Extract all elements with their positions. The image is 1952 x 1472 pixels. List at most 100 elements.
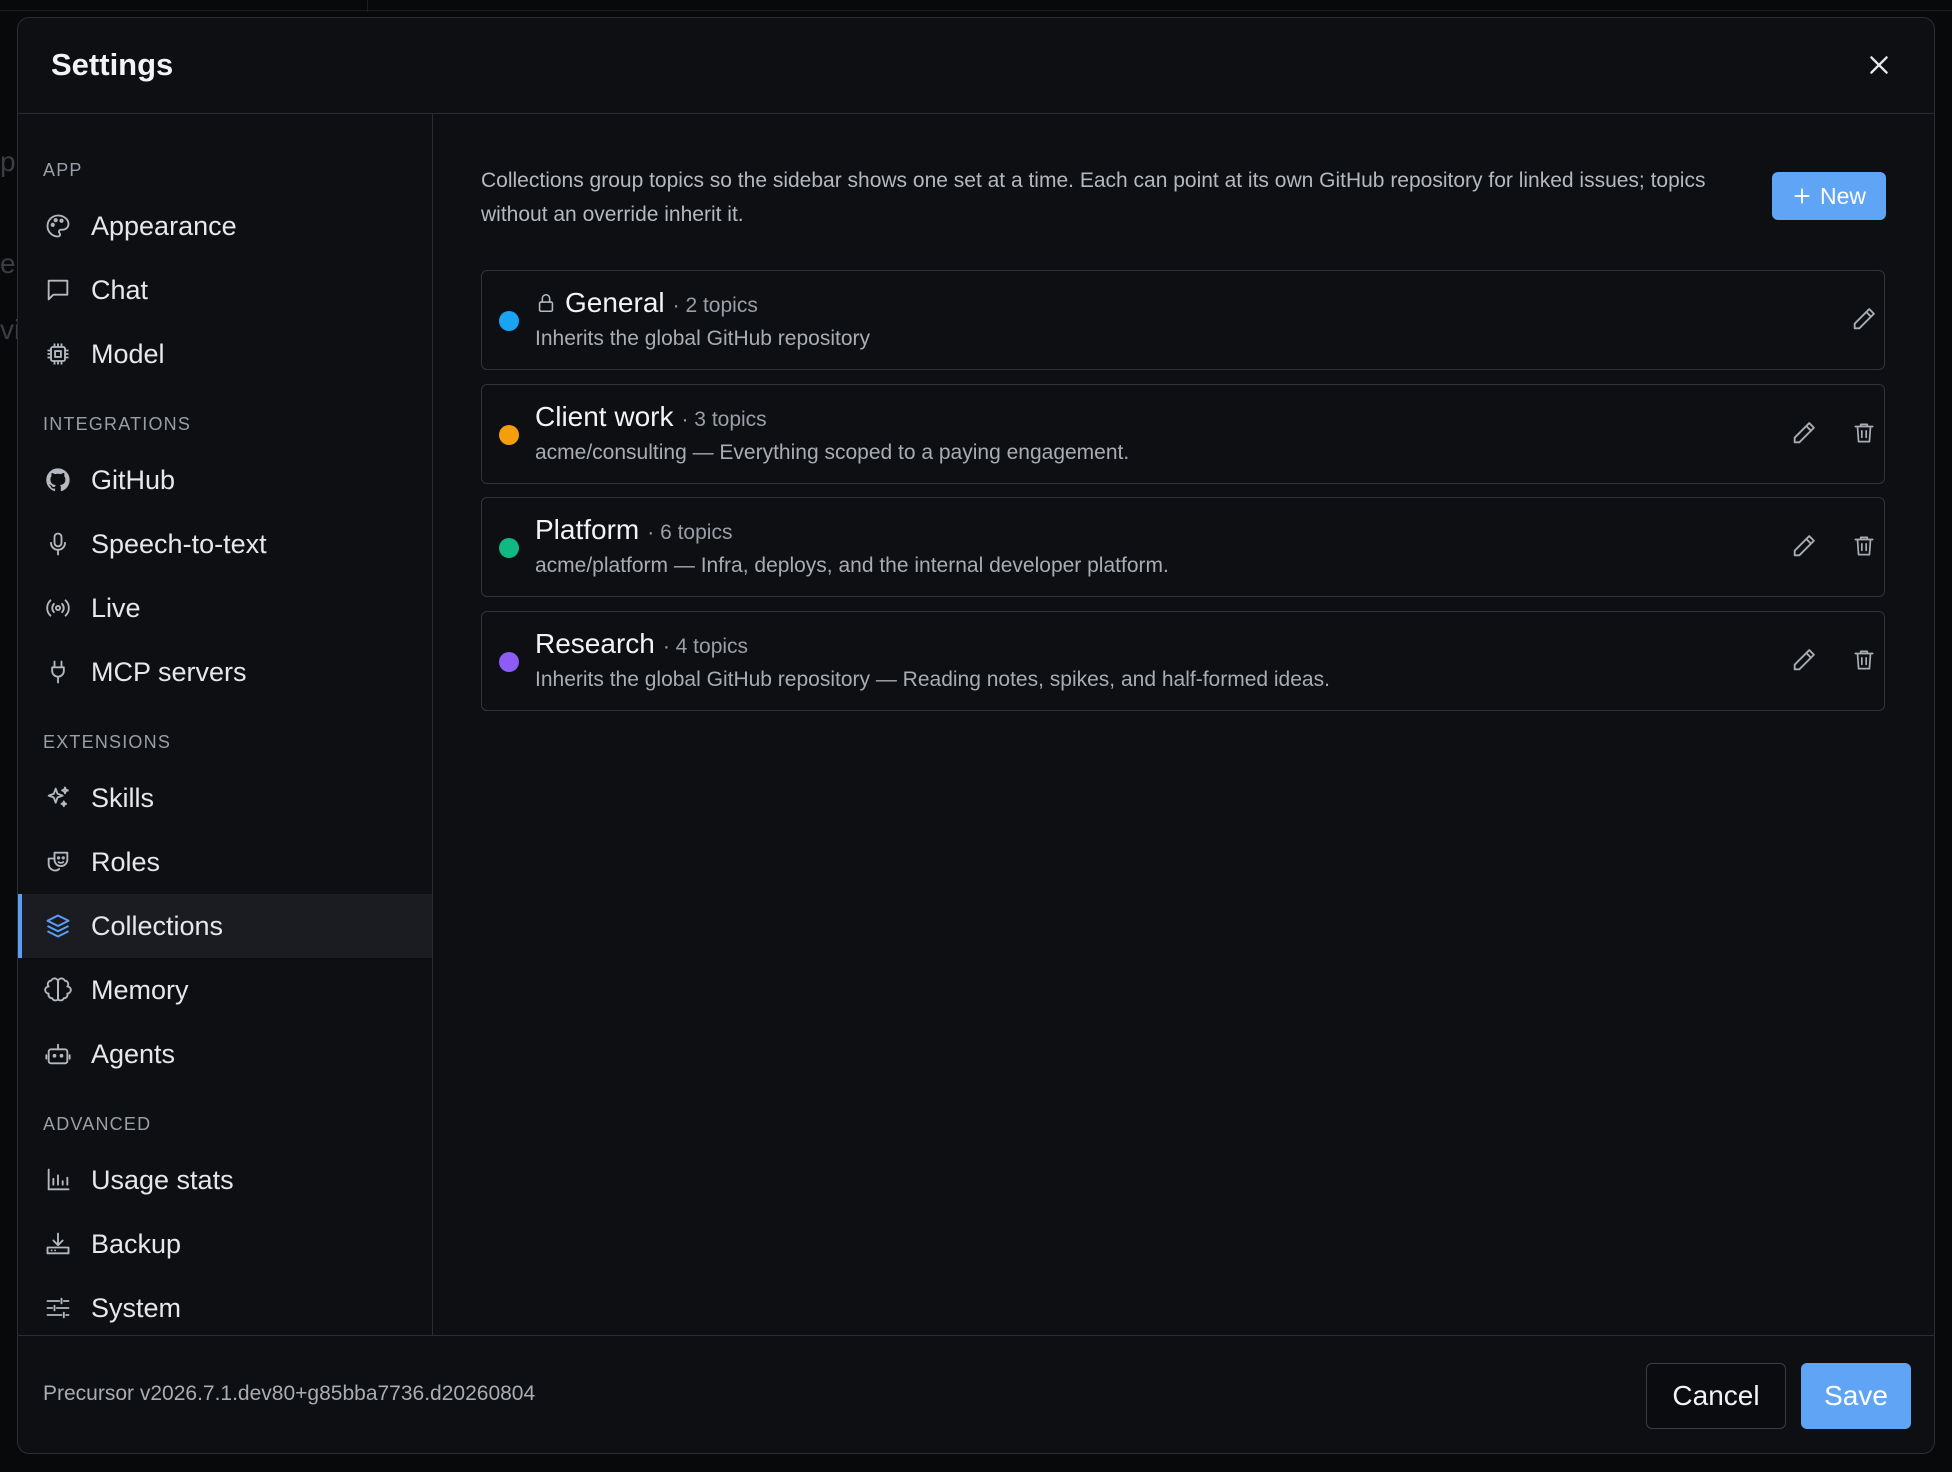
broadcast-icon (43, 593, 73, 623)
sidebar-item-usage-stats[interactable]: Usage stats (18, 1148, 432, 1212)
new-button-label: New (1819, 182, 1866, 209)
new-collection-button[interactable]: New (1772, 172, 1886, 220)
sidebar-item-backup[interactable]: Backup (18, 1212, 432, 1276)
collection-topic-count: · 6 topics (647, 521, 733, 544)
sidebar-item-label: Skills (91, 782, 155, 813)
sidebar-item-label: Agents (91, 1038, 176, 1069)
collection-name: Platform (535, 514, 640, 545)
sidebar-item-label: Usage stats (91, 1164, 234, 1195)
pencil-icon (1793, 649, 1815, 671)
dialog-footer: Precursor v2026.7.1.dev80+g85bba7736.d20… (18, 1335, 1934, 1453)
collection-color-dot (499, 311, 519, 331)
collection-card-client-work: Client work · 3 topics acme/consulting —… (481, 384, 1885, 484)
theater-masks-icon (43, 847, 73, 877)
collection-subtitle: acme/platform — Infra, deploys, and the … (535, 554, 1169, 577)
trash-icon (1854, 650, 1874, 670)
app-version: Precursor v2026.7.1.dev80+g85bba7736.d20… (43, 1382, 536, 1405)
collection-title-row: Platform · 6 topics (535, 514, 732, 546)
collection-subtitle: acme/consulting — Everything scoped to a… (535, 441, 1130, 464)
collection-title-row: General · 2 topics (535, 287, 758, 319)
backdrop-fragment: e (0, 248, 16, 279)
backdrop-divider (0, 10, 1952, 11)
collection-name: General (565, 287, 665, 318)
sidebar-item-github[interactable]: GitHub (18, 448, 432, 512)
delete-collection-button[interactable] (1846, 415, 1882, 451)
sidebar-item-roles[interactable]: Roles (18, 830, 432, 894)
collection-subtitle: Inherits the global GitHub repository — … (535, 668, 1330, 691)
message-square-icon (43, 275, 73, 305)
sidebar-item-label: Chat (91, 274, 149, 305)
collection-topic-count: · 2 topics (672, 294, 758, 317)
trash-icon (1854, 423, 1874, 443)
sidebar-item-label: Appearance (91, 210, 237, 241)
backdrop-divider-vertical (367, 0, 368, 12)
sidebar-item-agents[interactable]: Agents (18, 1022, 432, 1086)
backdrop-fragment: p (0, 146, 16, 177)
dialog-title: Settings (51, 47, 174, 82)
sidebar-item-label: Collections (91, 910, 224, 941)
sparkles-icon (43, 783, 73, 813)
dialog-header: Settings (18, 18, 1934, 114)
sidebar-item-chat[interactable]: Chat (18, 258, 432, 322)
edit-collection-button[interactable] (1786, 642, 1822, 678)
layers-icon (43, 911, 73, 941)
section-label-integrations: INTEGRATIONS (43, 414, 192, 434)
collection-name: Client work (535, 401, 674, 432)
collection-name: Research (535, 628, 655, 659)
sliders-icon (43, 1293, 73, 1323)
collection-title-row: Client work · 3 topics (535, 401, 767, 433)
sidebar-item-model[interactable]: Model (18, 322, 432, 386)
sidebar-item-label: Backup (91, 1228, 182, 1259)
sidebar-item-collections[interactable]: Collections (18, 894, 432, 958)
edit-collection-button[interactable] (1786, 415, 1822, 451)
collection-card-platform: Platform · 6 topics acme/platform — Infr… (481, 497, 1885, 597)
edit-collection-button[interactable] (1786, 528, 1822, 564)
collection-subtitle: Inherits the global GitHub repository (535, 327, 871, 350)
sidebar-item-mcp-servers[interactable]: MCP servers (18, 640, 432, 704)
close-button[interactable] (1862, 48, 1896, 82)
save-button[interactable]: Save (1801, 1363, 1911, 1429)
section-label-advanced: ADVANCED (43, 1114, 152, 1134)
collection-color-dot (499, 538, 519, 558)
sidebar-item-live[interactable]: Live (18, 576, 432, 640)
collection-card-general: General · 2 topics Inherits the global G… (481, 270, 1885, 370)
sidebar-item-speech-to-text[interactable]: Speech-to-text (18, 512, 432, 576)
sidebar-item-label: Live (91, 592, 141, 623)
sidebar-item-memory[interactable]: Memory (18, 958, 432, 1022)
sidebar-item-label: Model (91, 338, 165, 369)
microphone-icon (43, 529, 73, 559)
plus-icon (1794, 188, 1810, 204)
section-label-app: APP (43, 160, 83, 180)
settings-dialog: Settings APP Appearance Chat Model INTEG… (17, 17, 1935, 1454)
pencil-icon (1853, 308, 1875, 330)
collection-topic-count: · 4 topics (662, 635, 749, 658)
sidebar-item-appearance[interactable]: Appearance (18, 194, 432, 258)
sidebar-item-skills[interactable]: Skills (18, 766, 432, 830)
edit-collection-button[interactable] (1846, 301, 1882, 337)
sidebar-item-label: Memory (91, 974, 189, 1005)
delete-collection-button[interactable] (1846, 642, 1882, 678)
palette-icon (43, 211, 73, 241)
sidebar-item-system[interactable]: System (18, 1276, 432, 1340)
collection-topic-count: · 3 topics (681, 408, 767, 431)
collection-color-dot (499, 425, 519, 445)
pencil-icon (1793, 422, 1815, 444)
collection-color-dot (499, 652, 519, 672)
lock-icon (538, 293, 554, 313)
section-label-extensions: EXTENSIONS (43, 732, 172, 752)
plug-icon (43, 657, 73, 687)
cpu-chip-icon (43, 339, 73, 369)
sidebar-item-label: System (91, 1292, 182, 1323)
close-icon (1870, 56, 1888, 74)
download-tray-icon (43, 1229, 73, 1259)
sidebar-item-label: GitHub (91, 464, 176, 495)
settings-sidebar: APP Appearance Chat Model INTEGRATIONS G… (18, 114, 433, 1336)
brain-icon (43, 975, 73, 1005)
delete-collection-button[interactable] (1846, 528, 1882, 564)
pencil-icon (1793, 535, 1815, 557)
sidebar-item-label: MCP servers (91, 656, 247, 687)
collections-description: Collections group topics so the sidebar … (481, 169, 1706, 226)
collection-title-row: Research · 4 topics (535, 628, 748, 660)
cancel-button[interactable]: Cancel (1646, 1363, 1786, 1429)
sidebar-item-label: Speech-to-text (91, 528, 267, 559)
